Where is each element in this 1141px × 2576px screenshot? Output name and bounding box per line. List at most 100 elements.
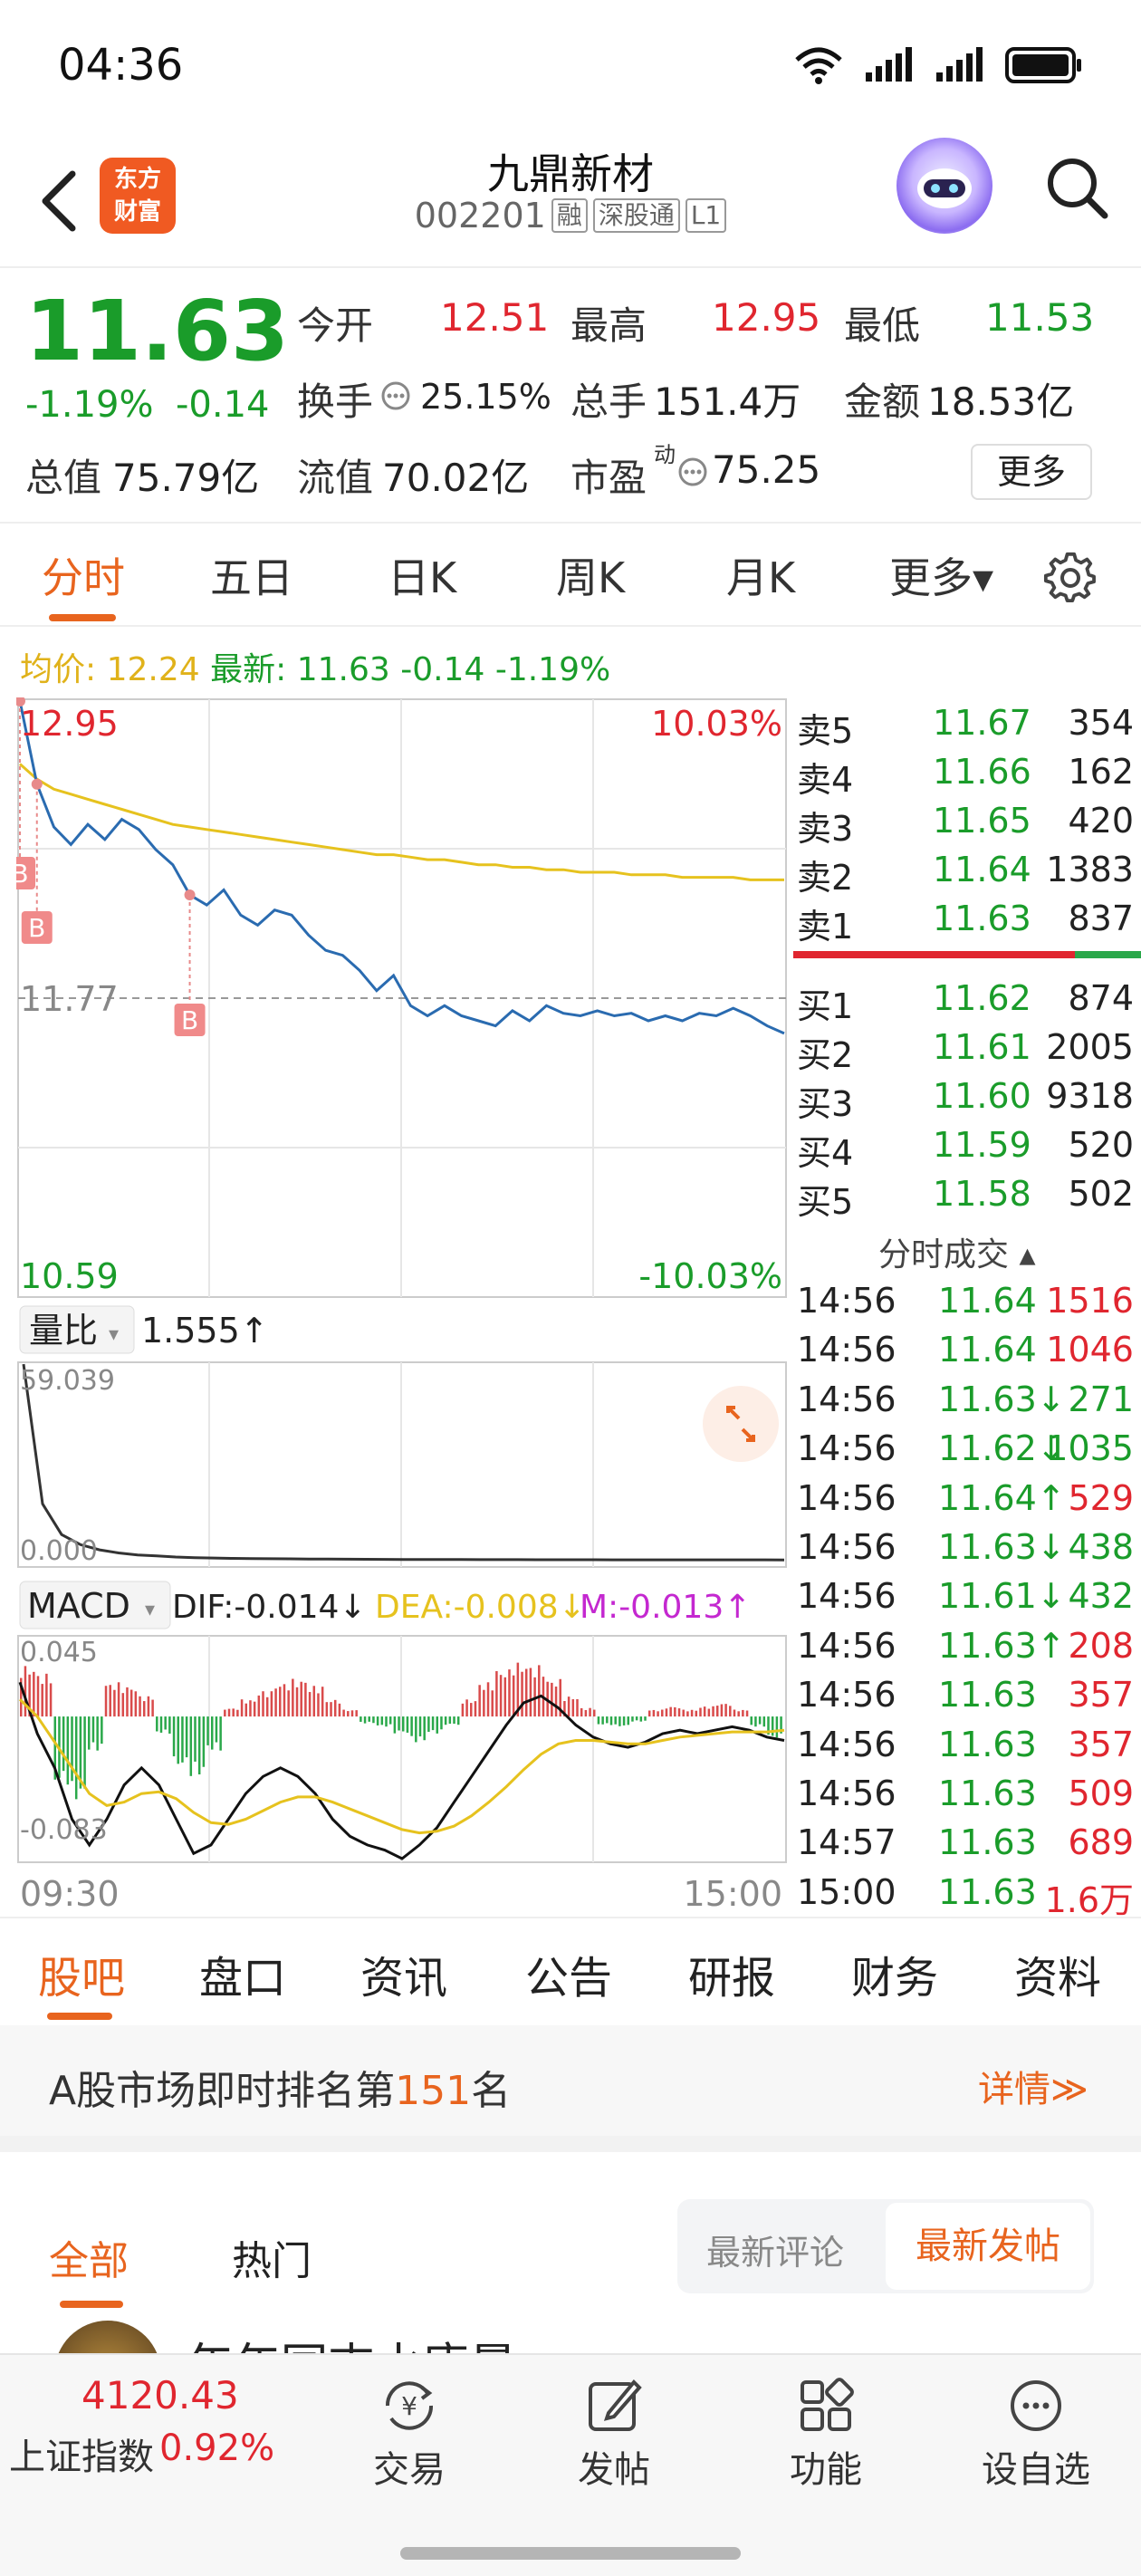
- tab-more[interactable]: 更多▾: [889, 545, 993, 605]
- macd-bar: [121, 1693, 125, 1717]
- macd-bar: [456, 1716, 460, 1725]
- home-indicator[interactable]: [400, 2547, 741, 2560]
- feed-tab-hot[interactable]: 热门: [232, 2228, 312, 2286]
- pe-dynamic-mark: 动: [654, 442, 676, 467]
- nav-post[interactable]: 发帖: [542, 2373, 686, 2493]
- tick-row: 14:56 11.63↑ 208: [793, 1620, 1141, 1669]
- tick-time: 14:56: [797, 1675, 896, 1716]
- nav-trade-label: 交易: [373, 2449, 446, 2491]
- bid-price: 11.62: [933, 978, 1031, 1018]
- latest-pct: -1.19%: [494, 651, 611, 688]
- macd-bar: [754, 1716, 757, 1727]
- info-icon[interactable]: [380, 380, 411, 411]
- vol-ratio-value: 1.555↑: [141, 1311, 269, 1350]
- macd-bar: [644, 1716, 647, 1721]
- tick-time: 15:00: [797, 1871, 896, 1912]
- ask-row: 卖1 11.63 837: [793, 893, 1141, 947]
- nav-watchlist[interactable]: 设自选: [964, 2373, 1108, 2493]
- macd-bar: [197, 1716, 201, 1774]
- macd-bar: [571, 1699, 575, 1717]
- rank-detail-link[interactable]: 详情≫: [978, 2060, 1088, 2112]
- tick-volume: 432: [1068, 1576, 1134, 1617]
- tick-row: 14:56 11.61↓ 432: [793, 1571, 1141, 1620]
- tick-time: 14:56: [797, 1428, 896, 1469]
- tick-time: 14:56: [797, 1625, 896, 1666]
- volume-value: 151.4万: [654, 380, 801, 424]
- macd-bar: [576, 1698, 579, 1717]
- macd-bar: [665, 1708, 668, 1717]
- signal-icon: [936, 47, 983, 82]
- macd-bar: [33, 1671, 35, 1717]
- info-icon[interactable]: [677, 457, 708, 487]
- index-value[interactable]: 4120.43: [82, 2373, 239, 2417]
- index-pct[interactable]: 0.92%: [159, 2427, 274, 2469]
- macd-bar: [444, 1716, 447, 1725]
- macd-bar: [720, 1704, 724, 1717]
- vol-ratio-line: [22, 1363, 785, 1562]
- low-value: 11.53: [985, 295, 1095, 340]
- tick-price: 11.63: [938, 1675, 1037, 1716]
- tick-volume: 357: [1068, 1675, 1134, 1716]
- ask-row: 卖2 11.64 1383: [793, 844, 1141, 898]
- market-rank-bar[interactable]: A股市场即时排名第151名 详情≫: [0, 2025, 1141, 2136]
- settings-gear-icon[interactable]: [1043, 551, 1098, 605]
- tick-time: 14:56: [797, 1281, 896, 1321]
- macd-bar: [729, 1706, 732, 1717]
- sort-latest-post[interactable]: 最新发帖: [886, 2203, 1090, 2290]
- tab-weekly-k[interactable]: 周K: [556, 545, 625, 605]
- tick-price: 11.63↓: [938, 1379, 1066, 1419]
- ask-price: 11.66: [933, 752, 1031, 792]
- macd-bar: [126, 1687, 129, 1717]
- nav-functions[interactable]: 功能: [753, 2373, 898, 2493]
- pct-change: -1.19%: [25, 384, 154, 426]
- tab-news[interactable]: 资讯: [360, 1942, 447, 2005]
- macd-bar: [508, 1669, 511, 1717]
- tick-volume: 509: [1068, 1773, 1134, 1813]
- more-quote-button[interactable]: 更多: [971, 444, 1092, 500]
- abs-change: -0.14: [176, 384, 270, 426]
- ask-volume: 1383: [1046, 850, 1134, 889]
- post-preview[interactable]: 年年园吉水唐晨: [54, 2321, 1141, 2353]
- macd-bar: [215, 1716, 218, 1743]
- macd-bar: [355, 1710, 358, 1717]
- macd-bar: [240, 1699, 244, 1717]
- expand-button[interactable]: [703, 1386, 779, 1462]
- tick-row: 14:56 11.63 357: [793, 1719, 1141, 1768]
- bottom-price-label: 10.59: [20, 1256, 119, 1296]
- macd-bar: [465, 1699, 468, 1717]
- macd-bar: [376, 1716, 379, 1725]
- macd-bar: [159, 1716, 163, 1733]
- tab-announcements[interactable]: 公告: [525, 1942, 612, 2005]
- ticks-title[interactable]: 分时成交 ▴: [878, 1228, 1036, 1275]
- macd-bar: [117, 1682, 120, 1717]
- ask-label: 卖5: [797, 711, 854, 751]
- dropdown-caret-icon: ▾: [145, 1599, 155, 1621]
- bid-ask-ratio-bar: [793, 951, 1141, 958]
- macd-bar: [330, 1702, 332, 1717]
- intraday-chart[interactable]: BBB 12.95 10.03% 11.77 10.59 -10.03% 量比 …: [16, 697, 791, 1917]
- tab-order-book[interactable]: 盘口: [199, 1942, 286, 2005]
- macd-bar: [156, 1716, 158, 1732]
- rank-number: 151: [395, 2068, 472, 2114]
- nav-trade[interactable]: ¥ 交易: [337, 2373, 482, 2493]
- tab-monthly-k[interactable]: 月K: [726, 545, 795, 605]
- sort-latest-comment[interactable]: 最新评论: [706, 2225, 844, 2274]
- macd-bar: [96, 1716, 99, 1751]
- feed-tab-all[interactable]: 全部: [49, 2228, 129, 2286]
- search-icon[interactable]: [1041, 152, 1114, 225]
- index-name[interactable]: 上证指数: [9, 2427, 154, 2480]
- signal-icon: [866, 47, 912, 82]
- tab-five-day[interactable]: 五日: [210, 545, 293, 605]
- tab-daily-k[interactable]: 日K: [388, 545, 456, 605]
- tab-forum[interactable]: 股吧: [38, 1942, 125, 2005]
- tab-intraday[interactable]: 分时: [42, 545, 125, 605]
- assistant-avatar[interactable]: [896, 138, 992, 234]
- tab-financials[interactable]: 财务: [851, 1942, 938, 2005]
- tab-profile[interactable]: 资料: [1014, 1942, 1101, 2005]
- ask-label: 卖3: [797, 809, 854, 849]
- tick-volume: 1035: [1046, 1428, 1134, 1469]
- macd-bar: [690, 1709, 694, 1717]
- bid-row: 买5 11.58 502: [793, 1168, 1141, 1222]
- macd-bar: [333, 1699, 337, 1717]
- tab-research[interactable]: 研报: [688, 1942, 775, 2005]
